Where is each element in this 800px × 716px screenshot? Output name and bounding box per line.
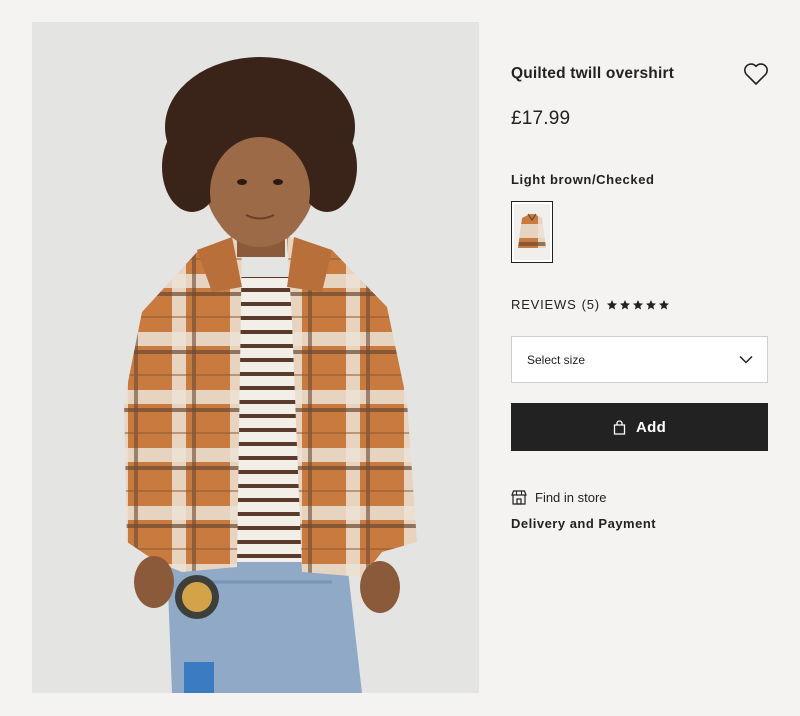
- size-select[interactable]: Select size: [511, 336, 768, 383]
- size-select-value: Select size: [527, 352, 586, 367]
- product-title: Quilted twill overshirt: [511, 65, 675, 82]
- reviews-count: (5): [581, 297, 600, 312]
- product-image[interactable]: [32, 22, 479, 693]
- reviews-label: REVIEWS: [511, 297, 577, 312]
- add-button-label: Add: [635, 418, 667, 436]
- color-name: Light brown/Checked: [511, 172, 655, 187]
- favorite-button[interactable]: [742, 60, 770, 88]
- rating-stars: [606, 299, 670, 311]
- chevron-down-icon: [739, 355, 753, 364]
- star-icon: [606, 299, 617, 309]
- find-in-store-link[interactable]: Find in store: [511, 490, 768, 505]
- store-icon: [511, 490, 527, 505]
- add-to-bag-button[interactable]: Add: [511, 403, 768, 451]
- product-price: £17.99: [511, 108, 571, 129]
- product-details: Quilted twill overshirt £17.99 Light bro…: [511, 60, 768, 531]
- swatch-thumbnail: [514, 204, 550, 260]
- find-in-store-label: Find in store: [535, 490, 607, 505]
- color-swatch[interactable]: [511, 201, 553, 263]
- star-icon: [645, 299, 656, 309]
- reviews-link[interactable]: REVIEWS (5): [511, 297, 768, 312]
- star-icon: [632, 299, 643, 309]
- title-row: Quilted twill overshirt: [511, 60, 768, 88]
- heart-outline-icon: [744, 63, 768, 85]
- star-icon: [619, 299, 630, 309]
- product-photo: [32, 22, 479, 693]
- delivery-payment-link[interactable]: Delivery and Payment: [511, 516, 768, 531]
- shopping-bag-icon: [613, 419, 626, 435]
- star-icon: [658, 299, 669, 309]
